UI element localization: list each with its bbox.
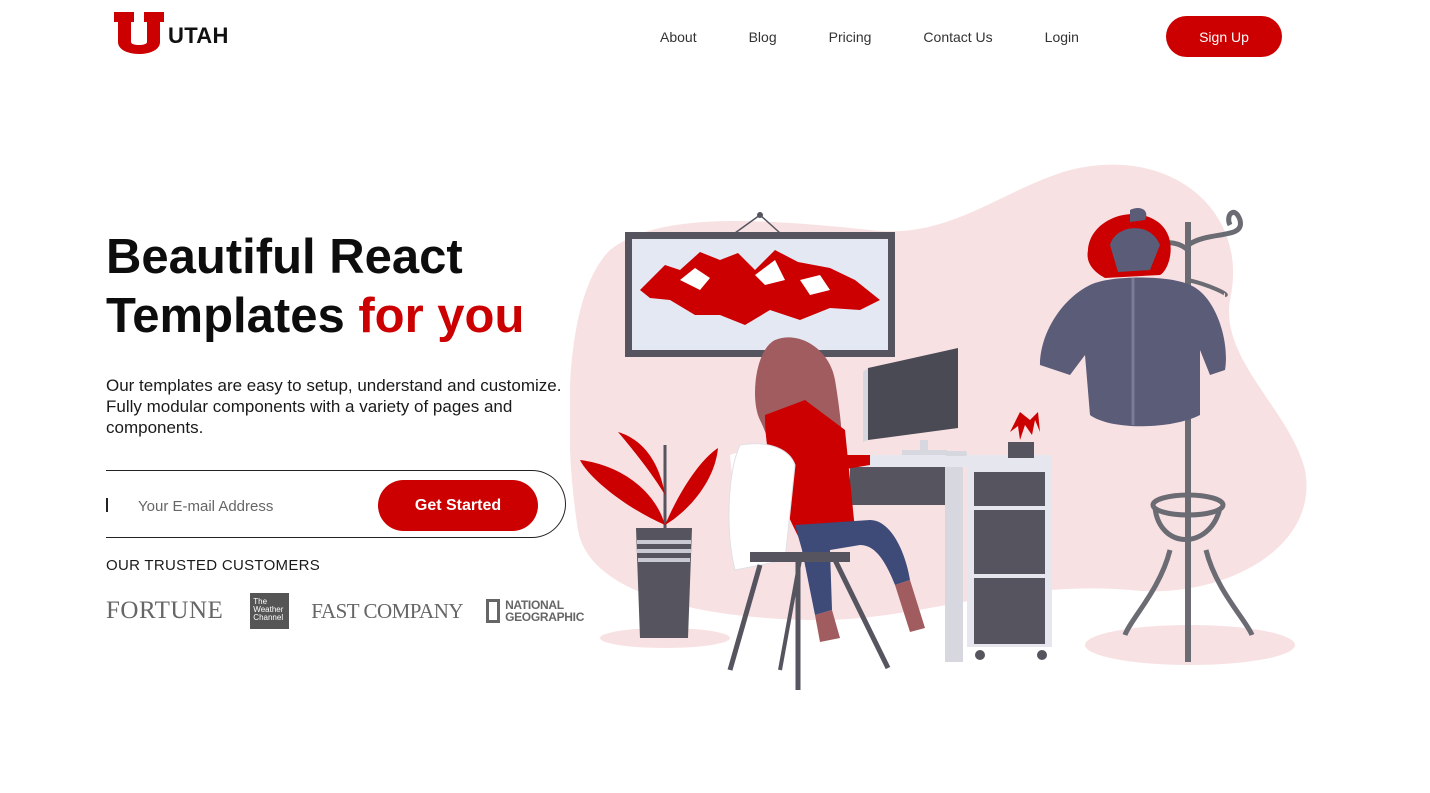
utah-u-logo-icon bbox=[114, 12, 164, 54]
form-edge-mark bbox=[106, 498, 108, 512]
hero-description: Our templates are easy to setup, underst… bbox=[106, 376, 562, 437]
fast-company-logo: FAST COMPANY bbox=[311, 598, 464, 623]
nav-pricing[interactable]: Pricing bbox=[829, 29, 872, 45]
customer-logos: FORTUNE The Weather Channel FAST COMPANY… bbox=[106, 592, 584, 630]
fortune-logo: FORTUNE bbox=[106, 597, 224, 624]
headline-accent: for you bbox=[358, 289, 525, 343]
main-nav: About Blog Pricing Contact Us Login bbox=[660, 16, 1131, 57]
nav-contact-us[interactable]: Contact Us bbox=[923, 29, 992, 45]
nav-blog[interactable]: Blog bbox=[749, 29, 777, 45]
weather-channel-logo: The Weather Channel bbox=[250, 593, 290, 629]
headline-line1: Beautiful React bbox=[106, 230, 463, 284]
natgeo-frame-icon bbox=[486, 599, 501, 623]
hero-headline: Beautiful React Templates for you bbox=[106, 228, 524, 346]
email-input[interactable] bbox=[136, 493, 370, 519]
nav-about[interactable]: About bbox=[660, 29, 697, 45]
office-illustration bbox=[570, 164, 1307, 690]
weather-line3: Channel bbox=[253, 613, 284, 622]
sign-up-button[interactable]: Sign Up bbox=[1166, 16, 1282, 57]
get-started-button[interactable]: Get Started bbox=[378, 480, 538, 531]
brand-logo[interactable]: UTAH bbox=[112, 12, 229, 60]
framed-mountain-picture-icon bbox=[625, 212, 895, 357]
headline-line2: Templates bbox=[106, 289, 345, 343]
nav-login[interactable]: Login bbox=[1045, 29, 1079, 45]
trusted-customers-label: OUR TRUSTED CUSTOMERS bbox=[106, 557, 321, 574]
brand-name: UTAH bbox=[168, 23, 229, 48]
email-signup-form: Get Started bbox=[106, 470, 566, 538]
